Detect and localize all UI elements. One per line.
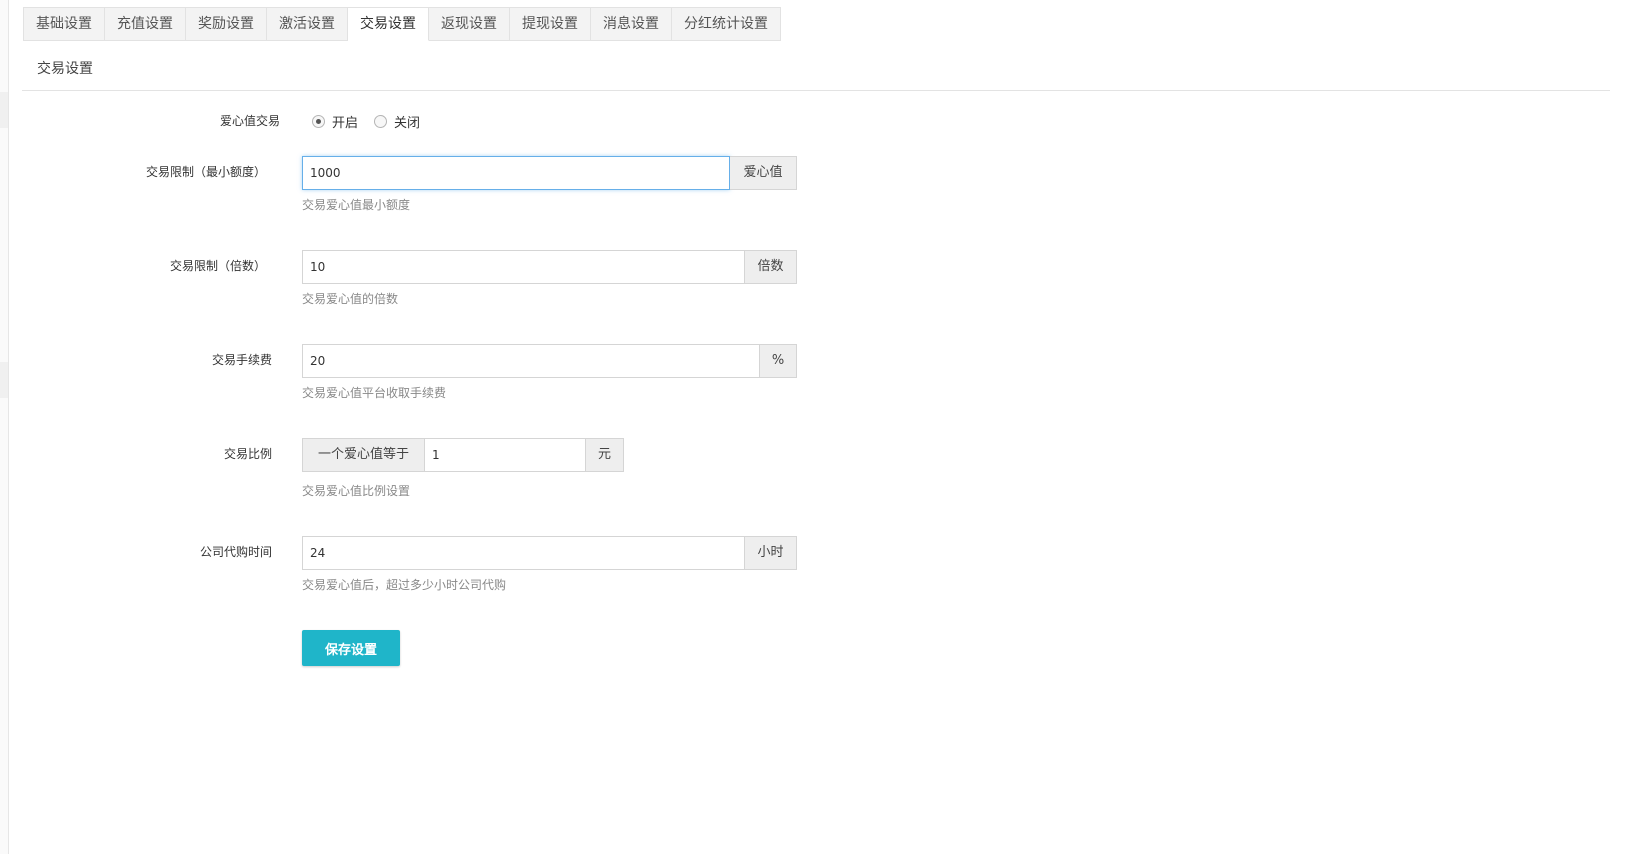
min-amount-group: 爱心值 [302, 156, 797, 190]
buyback-time-help: 交易爱心值后，超过多少小时公司代购 [302, 578, 507, 592]
save-settings-button[interactable]: 保存设置 [302, 630, 400, 666]
tab-recharge-settings[interactable]: 充值设置 [105, 7, 186, 41]
section-divider [22, 90, 1610, 91]
love-trade-on-radio[interactable] [312, 115, 325, 128]
ratio-prefix: 一个爱心值等于 [302, 438, 424, 472]
tab-cashback-settings[interactable]: 返现设置 [429, 7, 510, 41]
tab-dividend-settings[interactable]: 分红统计设置 [672, 7, 781, 41]
settings-page: 基础设置 充值设置 奖励设置 激活设置 交易设置 返现设置 提现设置 消息设置 … [0, 0, 1625, 854]
ratio-input[interactable] [424, 438, 586, 472]
tab-withdraw-settings[interactable]: 提现设置 [510, 7, 591, 41]
sidebar-edge-marker [0, 92, 8, 128]
section-title: 交易设置 [37, 61, 93, 77]
min-amount-label: 交易限制（最小额度） [145, 165, 266, 179]
min-amount-help: 交易爱心值最小额度 [302, 198, 411, 212]
multiple-group: 倍数 [302, 250, 797, 284]
love-trade-off-radio[interactable] [374, 115, 388, 128]
fee-label: 交易手续费 [211, 353, 272, 367]
love-trade-radio-group: 开启 关闭 [312, 112, 436, 131]
left-sidebar-edge [0, 0, 9, 854]
fee-group: % [302, 344, 797, 378]
multiple-help: 交易爱心值的倍数 [302, 292, 399, 306]
min-amount-input[interactable] [302, 156, 730, 190]
buyback-time-input[interactable] [302, 536, 745, 570]
ratio-help: 交易爱心值比例设置 [302, 484, 411, 498]
fee-input[interactable] [302, 344, 760, 378]
min-amount-unit: 爱心值 [730, 156, 797, 190]
tab-reward-settings[interactable]: 奖励设置 [186, 7, 267, 41]
buyback-time-label: 公司代购时间 [199, 545, 272, 559]
ratio-group: 一个爱心值等于 元 [302, 438, 624, 472]
love-trade-off-label[interactable]: 关闭 [394, 112, 420, 131]
buyback-time-group: 小时 [302, 536, 797, 570]
settings-tabs: 基础设置 充值设置 奖励设置 激活设置 交易设置 返现设置 提现设置 消息设置 … [23, 7, 781, 41]
multiple-input[interactable] [302, 250, 745, 284]
tab-basic-settings[interactable]: 基础设置 [23, 7, 105, 41]
love-trade-label: 爱心值交易 [219, 114, 280, 128]
buyback-time-unit: 小时 [745, 536, 797, 570]
love-trade-on-label[interactable]: 开启 [332, 112, 358, 131]
ratio-label: 交易比例 [223, 447, 272, 461]
sidebar-edge-marker [0, 362, 8, 398]
multiple-label: 交易限制（倍数） [169, 259, 266, 273]
tab-activation-settings[interactable]: 激活设置 [267, 7, 348, 41]
tab-message-settings[interactable]: 消息设置 [591, 7, 672, 41]
fee-unit: % [760, 344, 797, 378]
ratio-unit: 元 [586, 438, 624, 472]
tab-trade-settings[interactable]: 交易设置 [348, 7, 429, 41]
fee-help: 交易爱心值平台收取手续费 [302, 386, 447, 400]
multiple-unit: 倍数 [745, 250, 797, 284]
